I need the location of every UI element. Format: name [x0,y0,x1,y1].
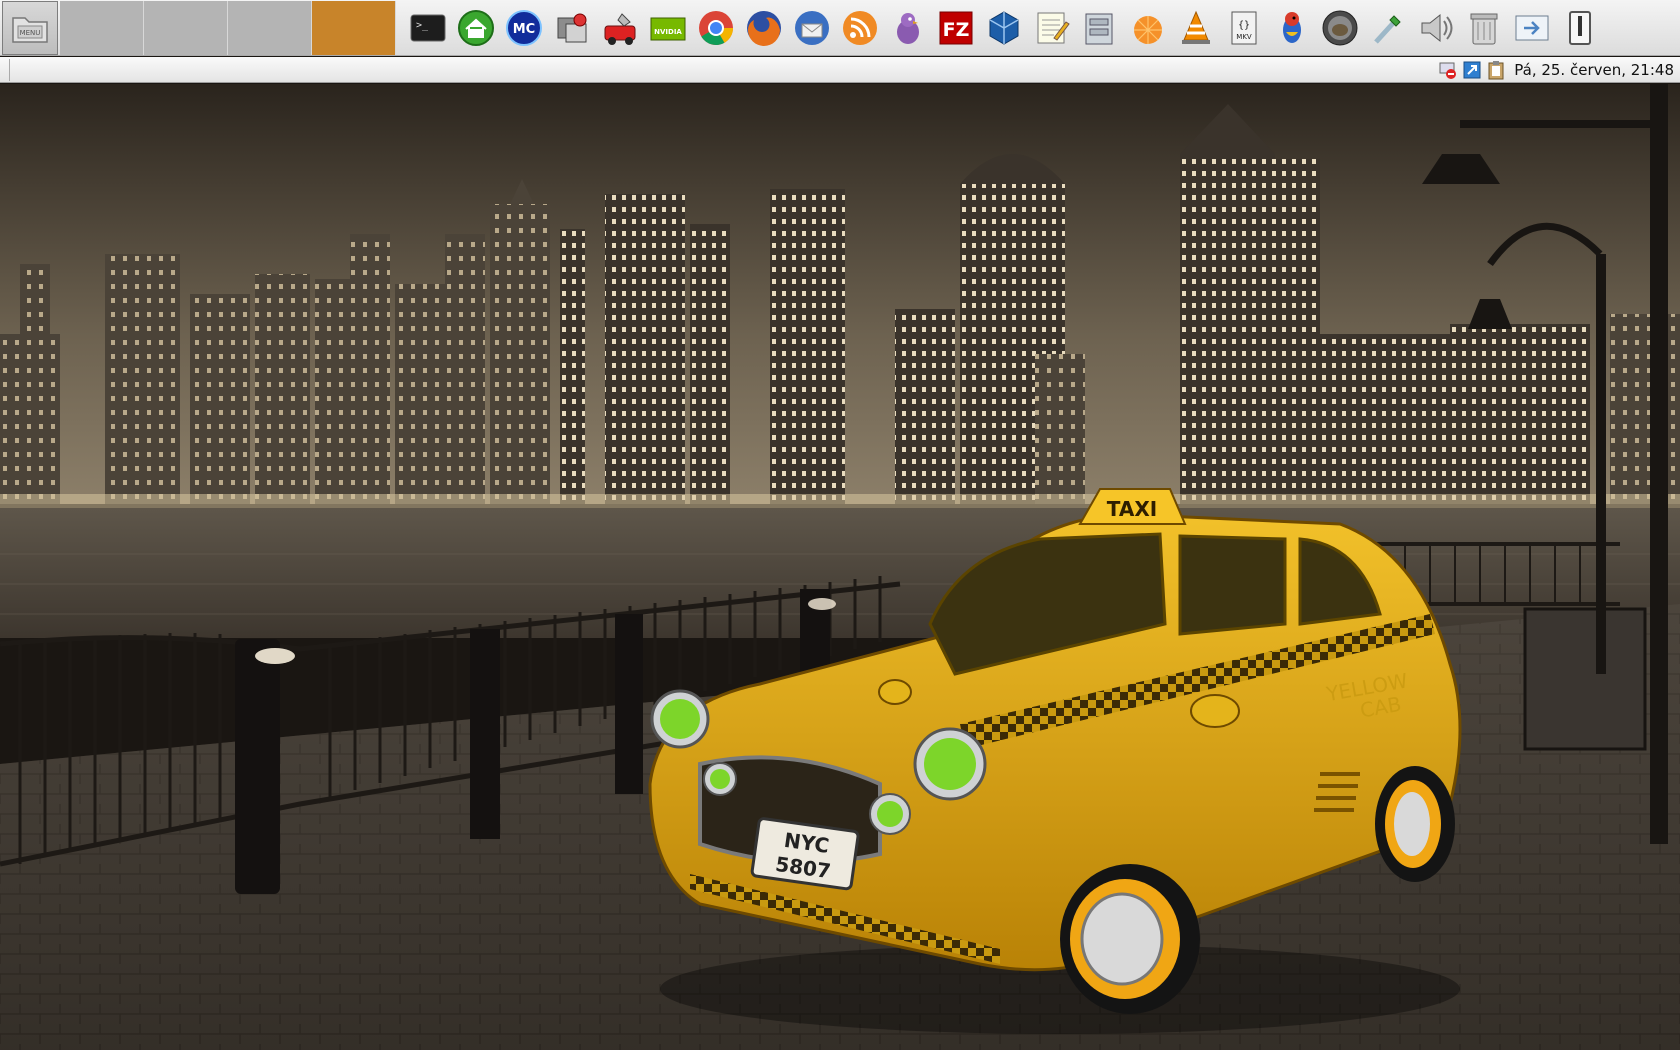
tray-update-notifier[interactable] [1462,60,1482,80]
launcher-terminal[interactable]: >_ [404,2,452,54]
launcher-show-desktop[interactable] [1556,2,1604,54]
launcher-pidgin[interactable] [884,2,932,54]
mkv-brace-label: {} [1238,20,1250,31]
terminal-prompt: >_ [416,20,429,31]
network-disconnected-icon [1439,62,1457,79]
launcher-color-picker[interactable] [1364,2,1412,54]
midnight-commander-icon: MC [506,9,542,46]
show-desktop-icon [1569,10,1591,45]
workspace-2[interactable] [144,0,228,55]
pidgin-icon [897,12,919,44]
update-notifier-icon [1463,61,1481,78]
wallpaper-scene: TAXI NYC 5807 YELLOW CAB [0,84,1680,1050]
launcher-orange-app[interactable] [1124,2,1172,54]
launcher-thunderbird[interactable] [788,2,836,54]
nvidia-label: NVIDIA [654,28,682,36]
launcher-firefox[interactable] [740,2,788,54]
task-bar: Pá, 25. červen, 21:48 [0,57,1680,83]
package-manager-icon [557,13,587,42]
mkv-label: MKV [1236,33,1252,41]
launcher-bird-app[interactable] [1268,2,1316,54]
filezilla-label: FZ [943,19,970,41]
launcher-mkv-tool[interactable]: {} MKV [1220,2,1268,54]
launcher-nvidia-settings[interactable]: NVIDIA [644,2,692,54]
home-icon [458,9,494,46]
workspace-3[interactable] [228,0,312,55]
volume-icon [1421,13,1453,42]
launcher-window-switch[interactable] [1508,2,1556,54]
task-list [10,57,1438,83]
launcher-text-editor[interactable] [1028,2,1076,54]
folder-icon: MENU [12,16,48,43]
tray-network[interactable] [1438,60,1458,80]
launcher-system-tool[interactable] [596,2,644,54]
firefox-icon [747,10,781,46]
workspace-4[interactable] [312,0,396,55]
launcher-midnight-commander[interactable]: MC [500,2,548,54]
rss-reader-icon [843,10,877,45]
panel-handle[interactable] [2,58,10,81]
launcher-file-cabinet[interactable] [1076,2,1124,54]
text-editor-icon [1037,12,1070,43]
filezilla-icon: FZ [939,11,973,44]
gimp-icon [1322,10,1358,45]
launcher-chrome[interactable] [692,2,740,54]
mc-label: MC [513,22,535,37]
chrome-icon [699,10,733,45]
launcher-rss-reader[interactable] [836,2,884,54]
bird-app-icon [1283,11,1301,43]
launcher-bar: >_ MC NVIDIA FZ {} MKV [404,0,1604,56]
mkv-tool-icon: {} MKV [1231,11,1257,44]
top-panel: MENU >_ MC NVIDIA FZ {} MKV [0,0,1680,56]
system-tool-icon [604,12,636,45]
launcher-home[interactable] [452,2,500,54]
workspace-1[interactable] [60,0,144,55]
launcher-volume[interactable] [1412,2,1460,54]
vlc-icon [1182,10,1210,44]
color-picker-icon [1374,14,1401,44]
launcher-gimp[interactable] [1316,2,1364,54]
clipboard-icon [1488,60,1504,79]
virtualbox-icon [989,10,1019,45]
taxi-roof-sign: TAXI [1107,497,1157,521]
orange-icon [1134,15,1162,44]
window-switch-icon [1515,15,1549,40]
launcher-virtualbox[interactable] [980,2,1028,54]
launcher-package-manager[interactable] [548,2,596,54]
tray-clipboard[interactable] [1486,60,1506,80]
applications-menu-button[interactable]: MENU [2,0,58,55]
system-tray: Pá, 25. červen, 21:48 [1438,60,1680,80]
clock[interactable]: Pá, 25. červen, 21:48 [1514,61,1674,79]
menu-label: MENU [20,29,41,37]
launcher-trash[interactable] [1460,2,1508,54]
workspace-switcher [60,0,396,55]
thunderbird-icon [795,10,829,45]
trash-icon [1470,13,1498,44]
file-cabinet-icon [1085,13,1113,44]
launcher-filezilla[interactable]: FZ [932,2,980,54]
desktop-wallpaper: TAXI NYC 5807 YELLOW CAB [0,84,1680,1050]
terminal-icon: >_ [410,14,446,41]
launcher-vlc[interactable] [1172,2,1220,54]
nvidia-settings-icon: NVIDIA [650,17,686,40]
